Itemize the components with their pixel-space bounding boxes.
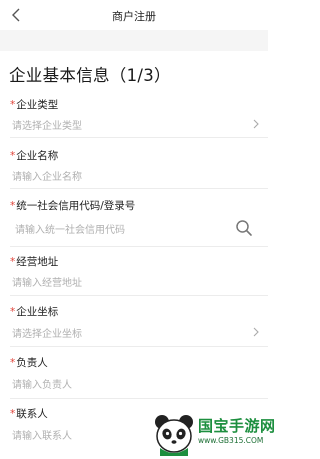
chevron-right-icon <box>253 327 259 337</box>
required-mark: * <box>10 306 16 318</box>
field-business-address[interactable]: *经营地址 请输入经营地址 <box>0 253 268 297</box>
divider <box>10 346 268 347</box>
field-label: *负责人 <box>10 355 48 370</box>
field-label: *联系人 <box>10 406 48 421</box>
enterprise-coordinates-select[interactable]: 请选择企业坐标 <box>12 325 82 340</box>
required-mark: * <box>10 150 16 162</box>
field-label: *企业坐标 <box>10 304 58 319</box>
watermark-brand: 国宝手游网 <box>198 417 276 435</box>
section-title: 企业基本信息（1/3） <box>9 66 171 85</box>
field-label: *经营地址 <box>10 254 58 269</box>
enterprise-name-input[interactable]: 请输入企业名称 <box>12 168 82 183</box>
contact-person-input[interactable]: 请输入联系人 <box>12 427 72 442</box>
divider <box>10 246 268 247</box>
field-label: *统一社会信用代码/登录号 <box>10 198 135 213</box>
business-address-input[interactable]: 请输入经营地址 <box>12 274 82 289</box>
divider <box>10 188 268 189</box>
divider <box>10 398 268 399</box>
field-label-text: 联系人 <box>16 408 48 420</box>
field-label-text: 经营地址 <box>16 256 59 268</box>
field-label: *企业类型 <box>10 97 58 112</box>
required-mark: * <box>10 357 16 369</box>
required-mark: * <box>10 408 16 420</box>
page-title: 商户注册 <box>112 10 156 23</box>
field-credit-code[interactable]: *统一社会信用代码/登录号 请输入统一社会信用代码 <box>0 198 268 248</box>
field-label-text: 企业名称 <box>16 150 59 162</box>
watermark: 国宝手游网 www.GB315.COM <box>150 410 275 459</box>
field-enterprise-coordinates[interactable]: *企业坐标 请选择企业坐标 <box>0 304 268 348</box>
field-label-text: 负责人 <box>16 357 48 369</box>
field-label: *企业名称 <box>10 148 58 163</box>
required-mark: * <box>10 200 16 212</box>
panda-logo-icon <box>155 415 193 456</box>
enterprise-type-select[interactable]: 请选择企业类型 <box>12 117 82 132</box>
field-enterprise-name[interactable]: *企业名称 请输入企业名称 <box>0 148 268 192</box>
watermark-url: www.GB315.COM <box>198 436 264 445</box>
divider <box>10 137 268 138</box>
header-spacer <box>0 30 268 51</box>
divider <box>10 295 268 296</box>
credit-code-input[interactable]: 请输入统一社会信用代码 <box>15 221 125 236</box>
person-in-charge-input[interactable]: 请输入负责人 <box>12 376 72 391</box>
field-person-in-charge[interactable]: *负责人 请输入负责人 <box>0 355 268 399</box>
navbar: 商户注册 <box>0 0 268 30</box>
field-enterprise-type[interactable]: *企业类型 请选择企业类型 <box>0 95 268 139</box>
field-label-text: 统一社会信用代码/登录号 <box>16 200 136 212</box>
search-icon[interactable] <box>235 219 253 237</box>
field-label-text: 企业类型 <box>16 99 59 111</box>
field-label-text: 企业坐标 <box>16 306 59 318</box>
required-mark: * <box>10 99 16 111</box>
chevron-right-icon <box>253 119 259 129</box>
required-mark: * <box>10 256 16 268</box>
